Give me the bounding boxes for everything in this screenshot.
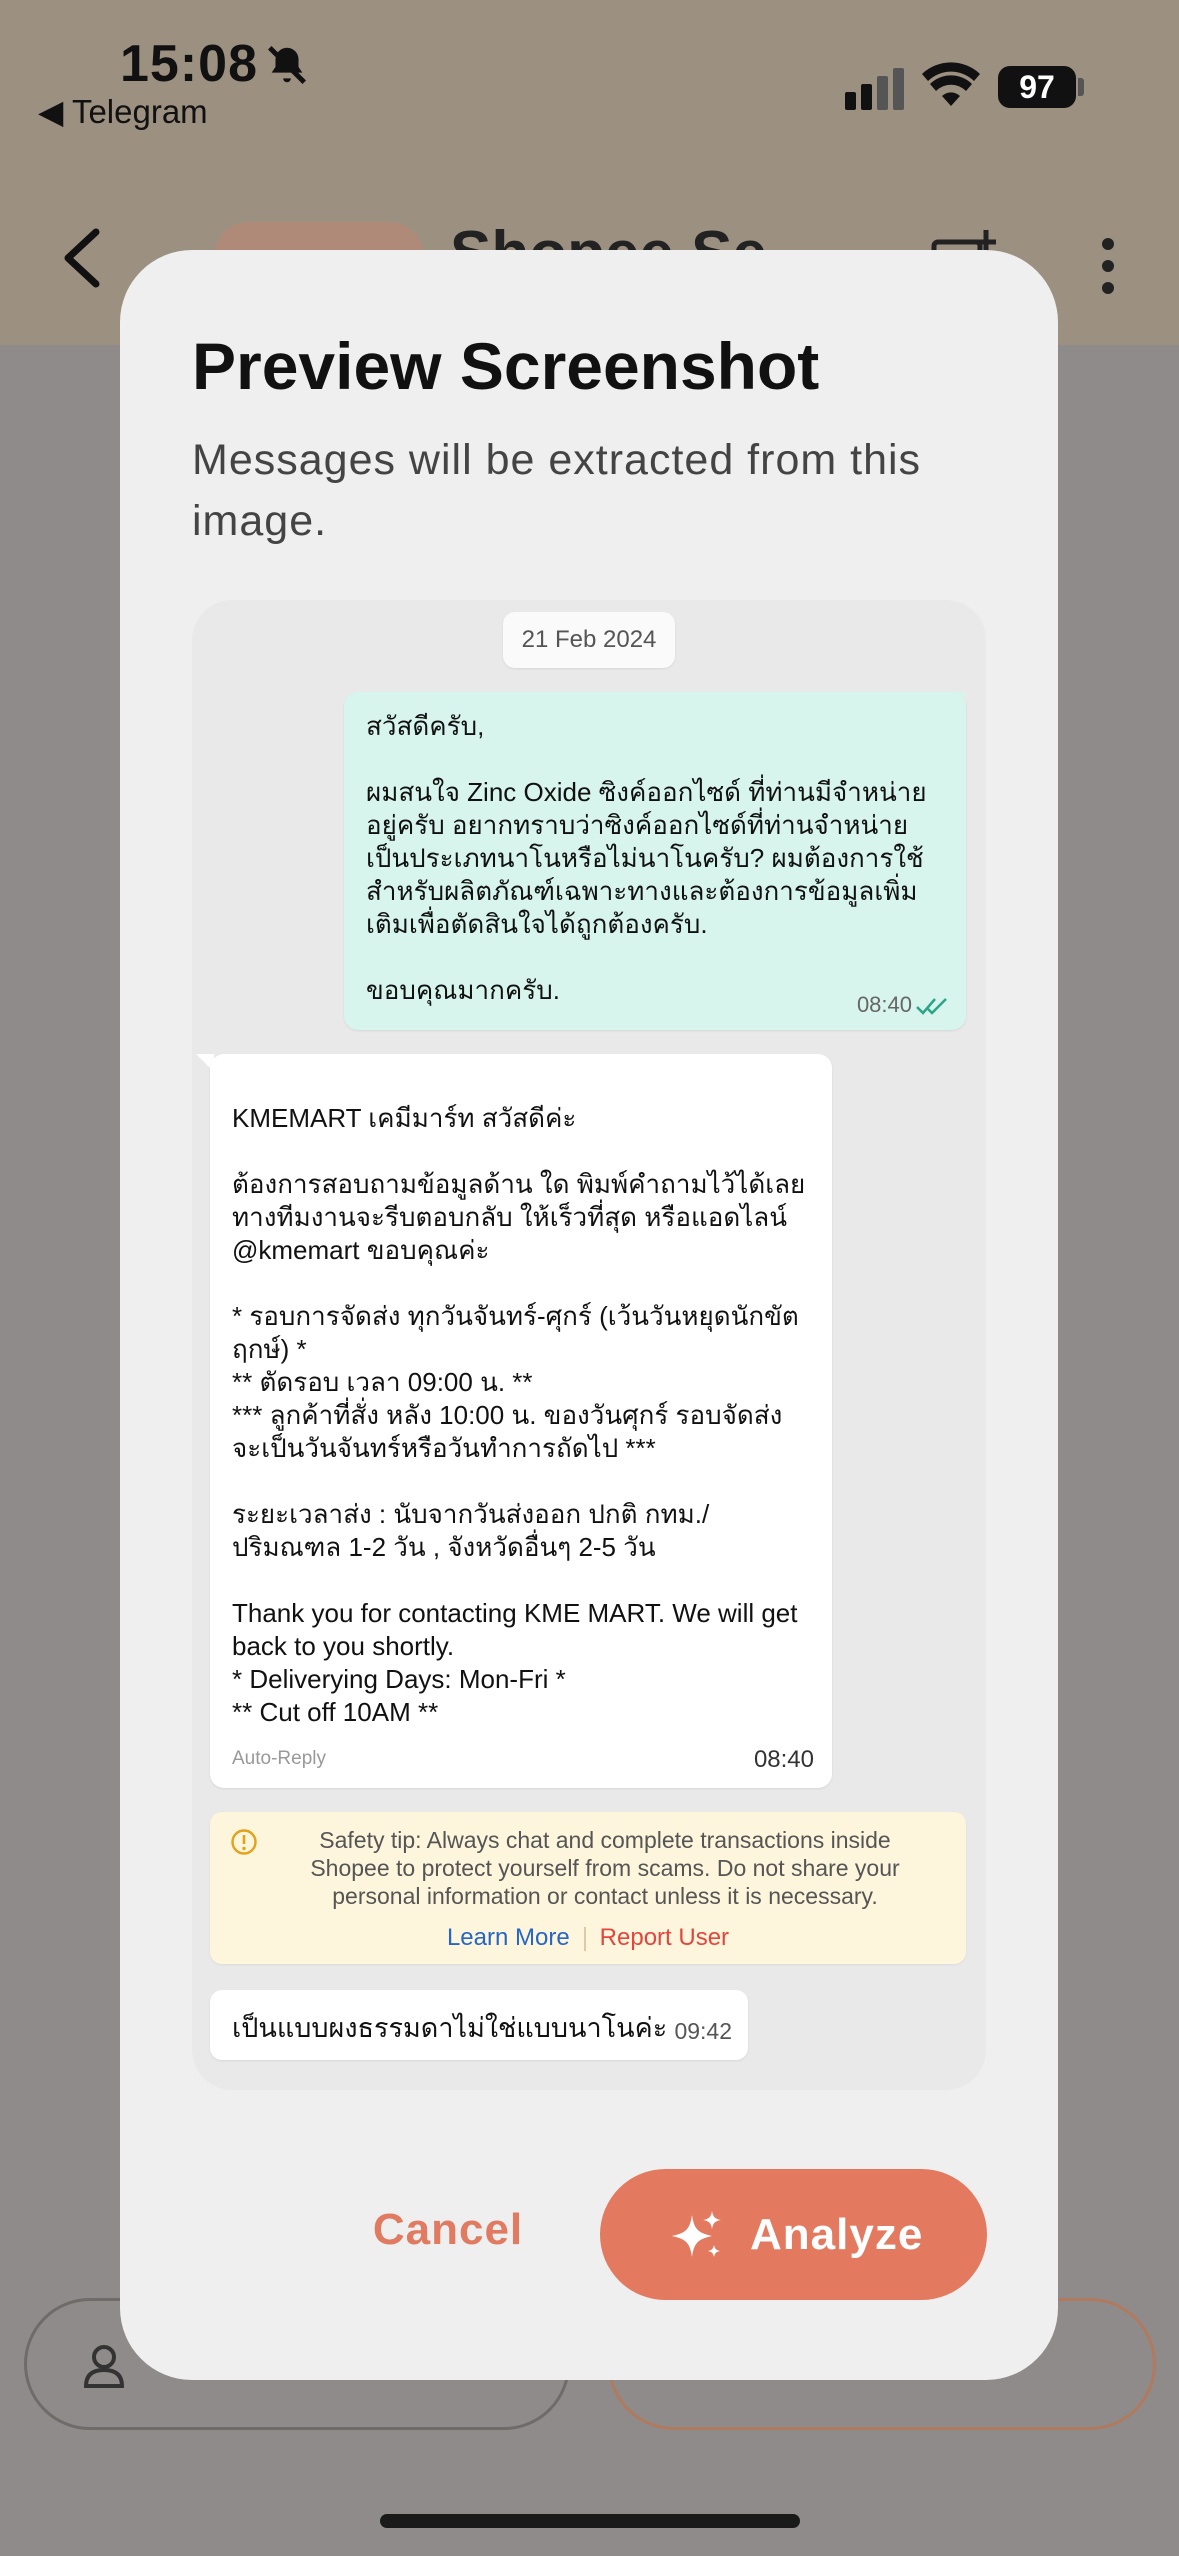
back-to-telegram-link[interactable]: ◀ Telegram [38,92,208,131]
analyze-button-label: Analyze [750,2210,924,2259]
report-user-link: Report User [599,1924,730,1951]
learn-more-link: Learn More [446,1924,570,1951]
incoming-message-text: KMEMART เคมีมาร์ท สวัสดีค่ะ ต้องการสอบถา… [232,1103,806,1727]
link-divider [583,1926,586,1951]
battery-tip [1078,78,1084,96]
safety-tip-text: Safety tip: Always chat and complete tra… [310,1827,900,1909]
battery-level: 97 [998,66,1076,108]
reply-message-text: เป็นแบบผงธรรมดาไม่ใช่แบบนาโนค่ะ [232,2013,668,2043]
preview-screenshot-dialog: Preview Screenshot Messages will be extr… [120,250,1058,2380]
status-time: 15:08 [120,35,258,93]
home-indicator [380,2514,800,2528]
status-bar: 15:08 ◀ Telegram 97 [0,0,1179,130]
incoming-message: KMEMART เคมีมาร์ท สวัสดีค่ะ ต้องการสอบถา… [210,1054,832,1788]
dialog-title: Preview Screenshot [192,329,820,403]
incoming-reply-message: เป็นแบบผงธรรมดาไม่ใช่แบบนาโนค่ะ 09:42 [210,1990,748,2060]
safety-tip-banner: Safety tip: Always chat and complete tra… [210,1812,966,1964]
cancel-button[interactable]: Cancel [338,2180,558,2280]
safety-tip-links: Learn More Report User [210,1924,966,1952]
screenshot-preview: 21 Feb 2024 สวัสดีครับ, ผมสนใจ Zinc Oxid… [192,600,986,2090]
sparkles-icon [672,2211,721,2257]
dialog-subtitle: Messages will be extracted from this ima… [192,436,922,545]
reply-message-time: 09:42 [674,2018,732,2044]
warning-icon [231,1829,257,1855]
analyze-button[interactable]: Analyze [600,2169,987,2300]
outgoing-message-time: 08:40 [856,992,912,1017]
double-check-icon [916,998,947,1015]
back-arrow-icon[interactable] [60,226,104,290]
auto-reply-label: Auto-Reply [232,1748,326,1769]
person-icon [83,2345,125,2388]
outgoing-message-text: สวัสดีครับ, ผมสนใจ Zinc Oxide ซิงค์ออกไซ… [366,711,927,1005]
wifi-icon [922,62,980,106]
incoming-message-time: 08:40 [753,1746,814,1773]
bell-muted-icon [267,45,307,85]
cellular-signal-icon [845,68,904,110]
more-options-icon[interactable] [1098,236,1118,296]
outgoing-message: สวัสดีครับ, ผมสนใจ Zinc Oxide ซิงค์ออกไซ… [344,692,966,1030]
date-separator: 21 Feb 2024 [503,612,675,668]
